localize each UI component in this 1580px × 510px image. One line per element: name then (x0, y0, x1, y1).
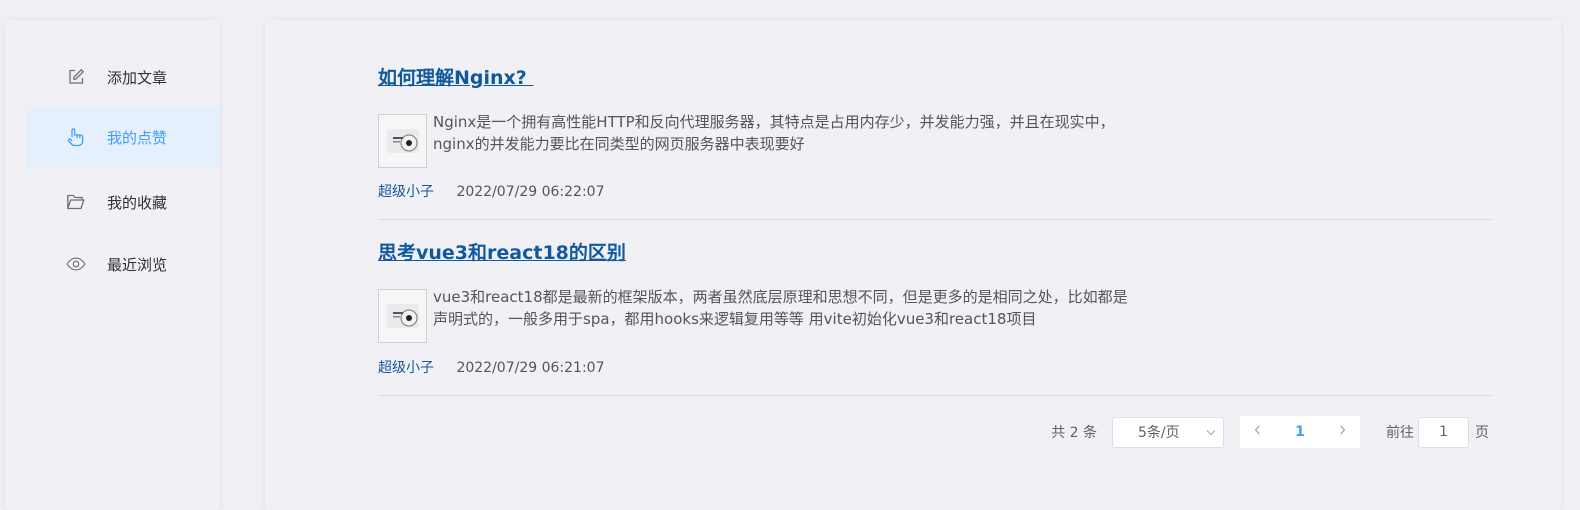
list-item: 思考vue3和react18的区别 vue3和react18都是最新的框架版本，… (378, 238, 1492, 396)
article-title-link[interactable]: 如何理解Nginx? (378, 63, 533, 90)
publish-time: 2022/07/29 06:21:07 (456, 360, 605, 376)
eye-icon (66, 254, 86, 274)
list-item: 如何理解Nginx? Nginx是一个拥有高性能HTTP和反向代理服务器，其特点… (378, 63, 1492, 220)
goto-page-input[interactable] (1418, 416, 1469, 448)
sidebar-item-add-article[interactable]: 添加文章 (26, 46, 220, 108)
chevron-down-icon (1205, 426, 1217, 442)
goto-prefix: 前往 (1386, 425, 1414, 441)
summary-line: Nginx是一个拥有高性能HTTP和反向代理服务器，其特点是占用内存少，并发能力… (433, 113, 1115, 131)
article-summary: Nginx是一个拥有高性能HTTP和反向代理服务器，其特点是占用内存少，并发能力… (433, 111, 1213, 155)
sidebar-item-label: 添加文章 (107, 68, 168, 87)
prev-page-button[interactable] (1252, 424, 1264, 440)
article-summary: vue3和react18都是最新的框架版本，两者虽然底层原理和思想不同，但是更多… (433, 286, 1213, 330)
sidebar-item-label: 我的点赞 (107, 128, 168, 147)
sidebar-item-recent[interactable]: 最近浏览 (26, 233, 220, 295)
edit-icon (66, 67, 86, 87)
page-size-value: 5条/页 (1138, 425, 1180, 441)
folder-icon (66, 192, 86, 212)
pagination: 共 2 条 5条/页 1 前往 页 (1051, 416, 1489, 448)
article-title-link[interactable]: 思考vue3和react18的区别 (378, 238, 626, 265)
article-meta: 超级小子 2022/07/29 06:22:07 (378, 181, 604, 201)
article-list-panel: 如何理解Nginx? Nginx是一个拥有高性能HTTP和反向代理服务器，其特点… (265, 20, 1561, 510)
sidebar-item-label: 我的收藏 (107, 193, 168, 212)
goto-suffix: 页 (1475, 425, 1489, 441)
author-link[interactable]: 超级小子 (378, 184, 434, 200)
next-page-button[interactable] (1336, 424, 1348, 440)
sidebar-item-likes[interactable]: 我的点赞 (26, 106, 220, 168)
page-size-select[interactable]: 5条/页 (1112, 416, 1224, 448)
pager: 1 (1240, 416, 1360, 448)
sidebar: 添加文章 我的点赞 我的收藏 最近浏览 (5, 20, 220, 510)
total-count: 共 2 条 (1051, 425, 1097, 441)
summary-line: nginx的并发能力要比在同类型的网页服务器中表现要好 (433, 135, 805, 153)
publish-time: 2022/07/29 06:22:07 (456, 184, 605, 200)
summary-line: 声明式的，一般多用于spa，都用hooks来逻辑复用等等 用vite初始化vue… (433, 310, 1037, 328)
article-thumbnail[interactable] (378, 114, 427, 168)
article-thumbnail[interactable] (378, 289, 427, 343)
author-link[interactable]: 超级小子 (378, 360, 434, 376)
sidebar-item-favorites[interactable]: 我的收藏 (26, 171, 220, 233)
article-meta: 超级小子 2022/07/29 06:21:07 (378, 357, 604, 377)
summary-line: vue3和react18都是最新的框架版本，两者虽然底层原理和思想不同，但是更多… (433, 288, 1128, 306)
sidebar-item-label: 最近浏览 (107, 255, 168, 274)
like-icon (66, 127, 86, 147)
page-number-current[interactable]: 1 (1295, 424, 1305, 440)
